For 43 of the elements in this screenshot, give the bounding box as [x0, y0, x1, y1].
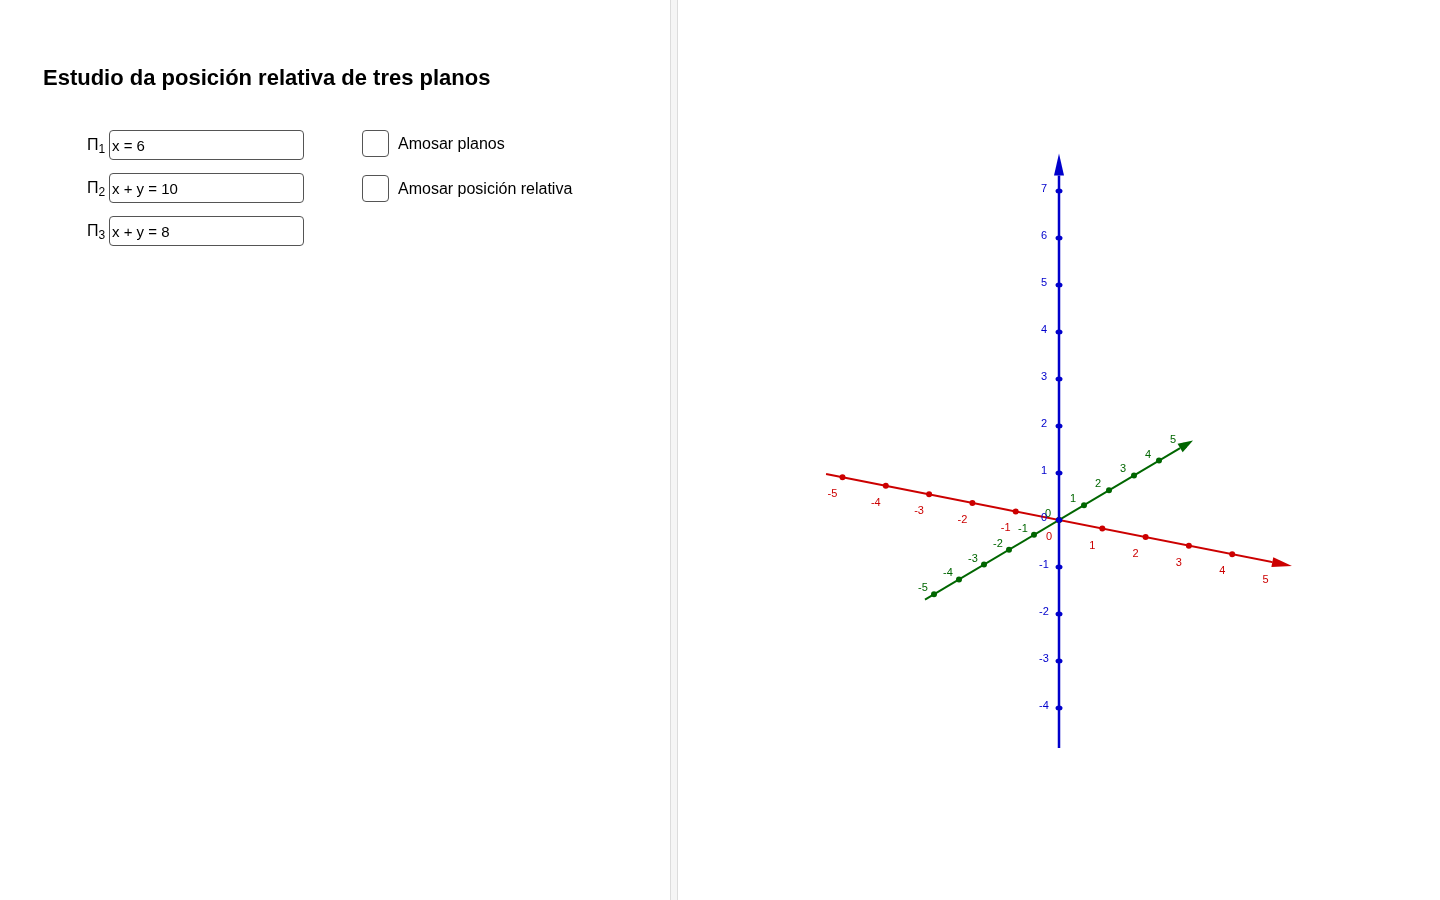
axis-tick-label: -4	[1039, 699, 1049, 711]
page-title: Estudio da posición relativa de tres planos	[43, 64, 491, 92]
plane-label: Π$_{2}$	[87, 178, 106, 198]
axis-tick-label: 4	[1219, 564, 1226, 577]
axis-tick-label: -1	[1039, 558, 1049, 570]
axis-tick-label: 5	[1040, 276, 1048, 288]
checkbox[interactable]	[362, 130, 389, 157]
plane-label: Π$_{1}$	[87, 135, 106, 155]
axis-tick-label: -1	[1000, 521, 1011, 534]
axis-tick-label: 2	[1132, 547, 1139, 560]
plane-label: Π$_{3}$	[87, 221, 106, 241]
checkbox-label: Amosar posición relativa	[398, 178, 573, 199]
axis-tick-label: 1	[1040, 464, 1048, 476]
axis-tick-label: 4	[1144, 447, 1152, 460]
axis-tick-label: -2	[957, 512, 968, 525]
equation-input[interactable]: x = 6	[109, 130, 304, 160]
axis-tick-label: -2	[993, 536, 1003, 549]
axis-tick-label: -5	[918, 581, 928, 594]
equation-input[interactable]: x + y = 10	[109, 173, 304, 203]
axis-tick-label: -5	[827, 487, 838, 500]
axis-tick-label: 2	[1040, 417, 1048, 429]
axis-tick-label: 1	[1089, 538, 1096, 551]
checkbox-label: Amosar planos	[398, 133, 505, 154]
axis-tick-label: -4	[943, 566, 953, 579]
axis-tick-label: 2	[1094, 477, 1102, 490]
axis-tick-label: 0	[1045, 530, 1053, 542]
axis-tick-label: 7	[1040, 182, 1048, 194]
axis-tick-label: -3	[1039, 652, 1049, 664]
axis-tick-label: 3	[1119, 462, 1127, 475]
axis-tick-label: 5	[1169, 432, 1177, 445]
equation-input[interactable]: x + y = 8	[109, 216, 304, 246]
axis-tick-label: 1	[1069, 492, 1077, 505]
checkbox[interactable]	[362, 175, 389, 202]
axis-tick-label: 5	[1262, 572, 1269, 585]
axis-tick-label: -4	[870, 495, 881, 508]
axis-tick-label: 6	[1040, 229, 1048, 241]
axis-tick-label: 3	[1175, 555, 1182, 568]
axis-tick-label: 4	[1040, 323, 1048, 335]
axis-tick-label: -2	[1039, 605, 1049, 617]
axis-tick-label: -1	[1018, 521, 1028, 534]
axis-tick-label: -3	[914, 504, 924, 517]
axis-tick-label: 3	[1040, 370, 1048, 382]
axis-tick-label: -3	[968, 551, 978, 564]
